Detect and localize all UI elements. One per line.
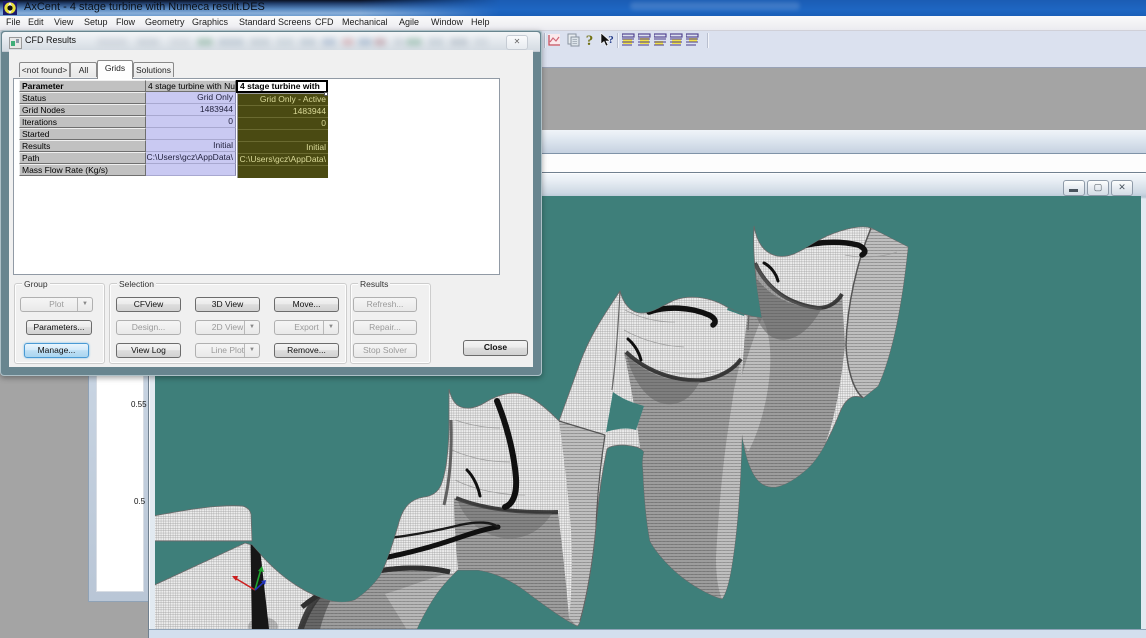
svg-text:Z: Z [266, 573, 271, 580]
svg-text:Y: Y [261, 560, 266, 567]
svg-text:?: ? [586, 33, 594, 48]
svg-text:?: ? [608, 34, 614, 46]
